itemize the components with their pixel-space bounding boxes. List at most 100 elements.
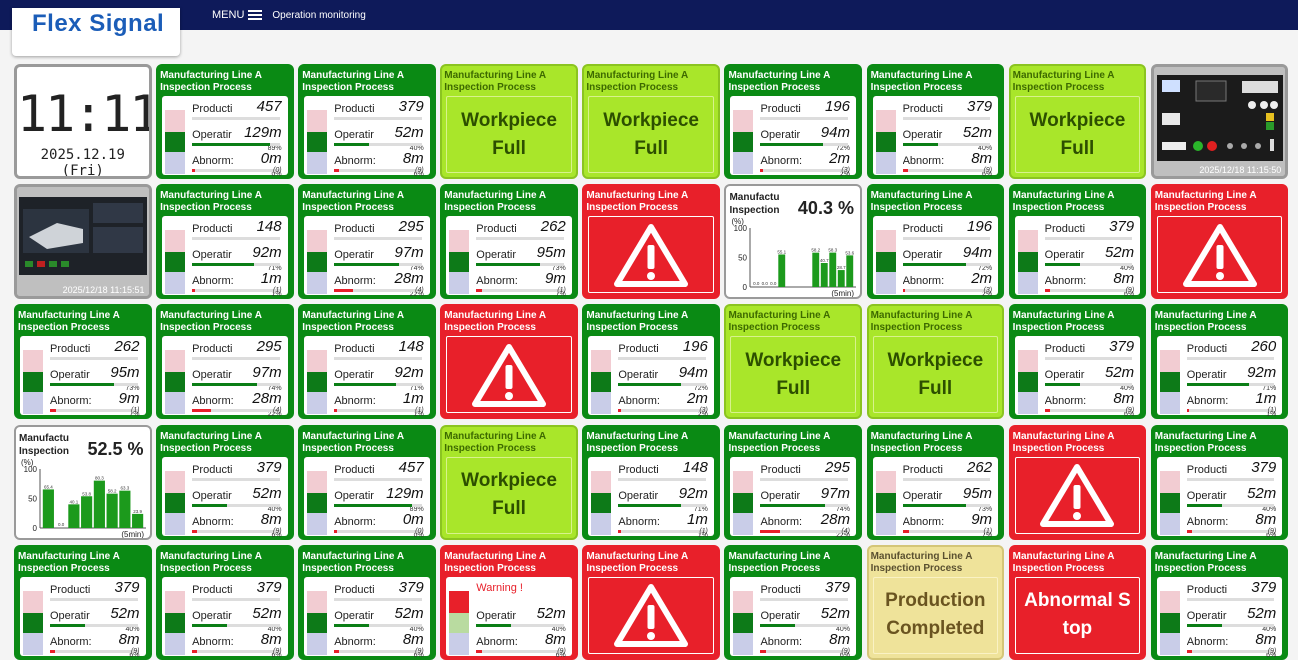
status-tile-running[interactable]: Manufacturing Line A Inspection Process Pr… [156, 544, 294, 660]
camera-tile[interactable]: 2025/12/18 11:15:50 [1150, 64, 1289, 179]
status-tile-running[interactable]: Manufacturing Line A Inspection Process Pr… [156, 64, 294, 179]
progress-fill [902, 143, 938, 146]
status-tile-running[interactable]: Manufacturing Line A Inspection Process Pr… [298, 424, 436, 540]
status-tile-message[interactable]: Manufacturing Line A Inspection Process Pr… [866, 544, 1005, 660]
status-tile-alert[interactable]: Manufacturing Line A Inspection Process [440, 304, 578, 420]
metric-panel: Producti 262 Operatir 95m 73% Abnorm: 9m 7% (1) [446, 216, 572, 297]
status-tile-running[interactable]: Manufacturing Line A Inspection Process Pr… [582, 304, 720, 420]
header-line-2: Inspection Process [160, 322, 252, 334]
abnormal-count: (1) [557, 287, 566, 295]
chart-tile[interactable]: Manufactu Inspection 52.5 % (%) 100 50 0 65.4 0.… [14, 424, 152, 540]
chart-tile[interactable]: Manufactu Inspection 40.3 % (%) 100 50 0 0.0 0.0… [724, 184, 862, 300]
app-logo[interactable]: Flex Signal [12, 8, 180, 56]
status-tile-message[interactable]: Manufacturing Line A Inspection Process Wo… [440, 64, 578, 179]
metric-value: 8m [829, 630, 850, 648]
progress-fill [618, 529, 621, 533]
legend-production [165, 590, 186, 613]
status-tile-message[interactable]: Manufacturing Line A Inspection Process Wo… [866, 304, 1005, 420]
metric-value: 379 [1109, 338, 1135, 356]
status-tile-running[interactable]: Manufacturing Line A Inspection Process Pr… [298, 64, 436, 179]
progress-track [476, 623, 564, 627]
status-tile-message[interactable]: Manufacturing Line A Inspection Process Wo… [582, 64, 720, 179]
status-tile-running[interactable]: Manufacturing Line A Inspection Process Pr… [1150, 304, 1289, 420]
metric-row-abnormal: Abnorm: 8m 6% [756, 630, 850, 658]
status-tile-running[interactable]: Manufacturing Line A Inspection Process Pr… [582, 424, 720, 540]
status-tile-alert[interactable]: Manufacturing Line A Inspection Process [1150, 184, 1289, 300]
tile-header: Manufacturing Line A Inspection Process [302, 68, 432, 94]
progress-fill [618, 357, 706, 361]
status-tile-running[interactable]: Manufacturing Line A Inspection Process Pr… [14, 544, 152, 660]
status-tile-alert[interactable]: Manufacturing Line A Inspection Process [582, 544, 720, 660]
status-tile-running[interactable]: Manufacturing Line A Inspection Process Pr… [440, 184, 578, 300]
status-tile-running[interactable]: Manufacturing Line A Inspection Process Pr… [1008, 304, 1147, 420]
status-tile-warning[interactable]: Manufacturing Line A Inspection Process Wa… [440, 544, 578, 660]
metric-row-operation: Operatir 95m 73% [46, 364, 140, 392]
progress-fill [902, 237, 991, 241]
status-tile-message[interactable]: Manufacturing Line A Inspection Process Wo… [724, 304, 862, 420]
status-tile-alert[interactable]: Manufacturing Line A Inspection Process [582, 184, 720, 300]
metric-label: Abnorm: [192, 515, 234, 528]
metric-panel: Producti 148 Operatir 92m 71% Abnorm: 1m 1% (1) [588, 456, 714, 538]
header-line-1: Manufacturing Line A [160, 190, 262, 202]
metric-label: Operatir [50, 609, 90, 622]
status-tile-running[interactable]: Manufacturing Line A Inspection Process Pr… [156, 184, 294, 300]
progress-track [902, 477, 991, 481]
metric-row-production: Producti 260 [1183, 338, 1276, 366]
abnormal-count: (3) [699, 407, 708, 415]
status-tile-running[interactable]: Manufacturing Line A Inspection Process Pr… [1150, 544, 1289, 660]
status-tile-running[interactable]: Manufacturing Line A Inspection Process Pr… [866, 184, 1005, 300]
progress-track [618, 383, 706, 387]
status-tile-running[interactable]: Manufacturing Line A Inspection Process Pr… [156, 304, 294, 420]
status-tile-running[interactable]: Manufacturing Line A Inspection Process Pr… [156, 424, 294, 540]
metric-row-abnormal: Abnorm: 8m 6% [1041, 270, 1134, 297]
metric-row-operation: Operatir 97m 74% [330, 244, 424, 272]
metric-row-abnormal: Abnorm: 2m 2% [756, 150, 850, 177]
legend-production [875, 470, 896, 493]
metric-label: Operatir [1186, 489, 1227, 502]
status-tile-alert[interactable]: Manufacturing Line A Inspection Process [1008, 424, 1147, 540]
metric-label: Operatir [1044, 369, 1085, 382]
header-line-2: Inspection Process [586, 82, 679, 93]
status-tile-running[interactable]: Manufacturing Line A Inspection Process Pr… [724, 424, 862, 540]
status-tile-message[interactable]: Manufacturing Line A Inspection Process Wo… [1008, 64, 1147, 179]
metric-value: 95m [110, 364, 140, 382]
progress-track [334, 237, 422, 241]
tile-header: Manufacturing Line A Inspection Process [586, 308, 716, 334]
status-tile-running[interactable]: Manufacturing Line A Inspection Process Pr… [298, 544, 436, 660]
metric-row-operation: Operatir 52m 40% [46, 605, 140, 633]
legend-production [449, 590, 470, 613]
metric-label: Operatir [50, 369, 90, 382]
progress-fill [1186, 503, 1222, 507]
legend-operation [307, 252, 328, 273]
status-tile-message[interactable]: Manufacturing Line A Inspection Process Wo… [440, 424, 578, 540]
status-tile-running[interactable]: Manufacturing Line A Inspection Process Pr… [298, 304, 436, 420]
status-tile-running[interactable]: Manufacturing Line A Inspection Process Pr… [1008, 184, 1147, 300]
header-line-2: Inspection Process [160, 562, 252, 574]
metric-panel: Producti 262 Operatir 95m 73% Abnorm: 9m 7% (1) [20, 336, 146, 417]
status-tile-running[interactable]: Manufacturing Line A Inspection Process Pr… [866, 424, 1005, 540]
status-tile-running[interactable]: Manufacturing Line A Inspection Process Pr… [1150, 424, 1289, 540]
metric-label: Abnorm: [476, 635, 518, 648]
progress-track [618, 503, 706, 507]
metric-label: Producti [618, 463, 659, 476]
status-tile-running[interactable]: Manufacturing Line A Inspection Process Pr… [866, 64, 1005, 179]
progress-track [760, 649, 848, 653]
menu-button[interactable]: MENU Operation monitoring [212, 8, 366, 22]
status-tile-message[interactable]: Manufacturing Line A Inspection Process Ab… [1008, 544, 1147, 660]
progress-fill [192, 289, 195, 293]
tile-header: Manufacturing Line A Inspection Process [871, 188, 1001, 214]
status-tile-running[interactable]: Manufacturing Line A Inspection Process Pr… [724, 544, 862, 660]
status-tile-running[interactable]: Manufacturing Line A Inspection Process Pr… [14, 304, 152, 420]
metric-row-abnormal: Abnorm: 2m 2% [899, 270, 992, 297]
legend-abnormal [1159, 392, 1180, 415]
camera-tile[interactable]: 2025/12/18 11:15:51 [14, 184, 152, 300]
tile-header: Manufacturing Line A Inspection Process [444, 429, 574, 455]
metric-row-production: Producti 379 [188, 579, 282, 607]
progress-track [760, 503, 848, 507]
status-tile-running[interactable]: Manufacturing Line A Inspection Process Pr… [298, 184, 436, 300]
status-tile-running[interactable]: Manufacturing Line A Inspection Process Pr… [724, 64, 862, 179]
metric-row-operation: Operatir 95m 73% [472, 244, 566, 272]
header-line-2: Inspection Process [728, 322, 821, 334]
progress-track [1044, 263, 1133, 267]
metric-row-operation: Operatir 52m 40% [188, 485, 282, 513]
